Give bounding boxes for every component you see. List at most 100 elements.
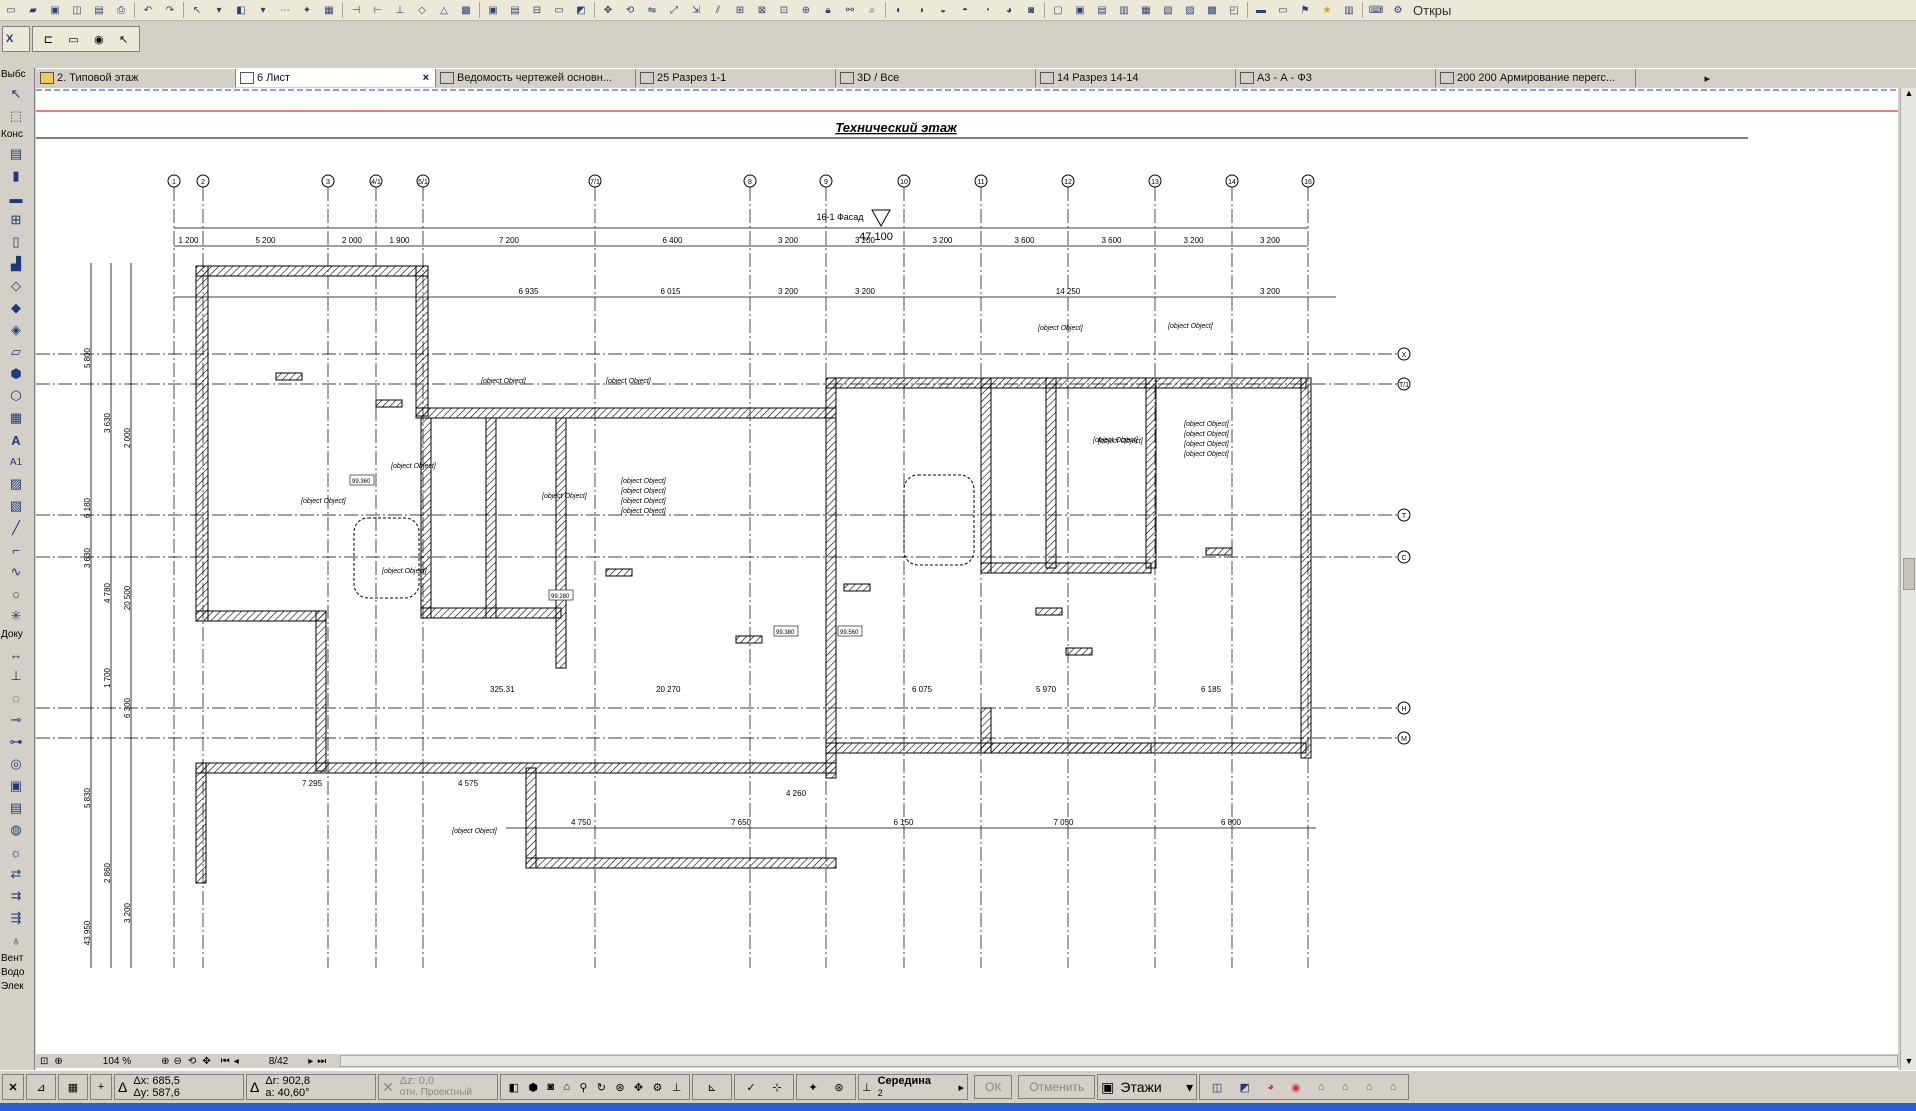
- window-2-icon[interactable]: ▣: [1070, 1, 1090, 19]
- structure-icon[interactable]: ⌂: [1342, 1081, 1349, 1093]
- tab-3d-all[interactable]: 3D / Все: [836, 69, 1036, 87]
- eye-icon[interactable]: ◉: [94, 33, 104, 46]
- radial-dim-icon[interactable]: ◌: [3, 688, 29, 708]
- open-label[interactable]: Откры: [1413, 3, 1451, 18]
- fit-icon[interactable]: ⊡: [40, 1056, 48, 1067]
- curtain-wall-icon[interactable]: ▦: [3, 408, 29, 428]
- wall-icon[interactable]: ⊏: [44, 33, 53, 46]
- dimension-icon[interactable]: ↔: [3, 644, 29, 664]
- slab-icon[interactable]: ◇: [3, 276, 29, 296]
- offset-icon[interactable]: ⊞: [730, 1, 750, 19]
- shell-icon[interactable]: ◈: [3, 320, 29, 340]
- teamwork-icon[interactable]: ◫: [67, 1, 87, 19]
- floors-selector[interactable]: ▣ Этажи ▾: [1097, 1074, 1198, 1100]
- zoom-out-icon[interactable]: ⊖: [174, 1056, 182, 1067]
- light-icon[interactable]: ☼: [3, 842, 29, 862]
- camera-icon[interactable]: ◙: [1021, 1, 1041, 19]
- rotate-view-icon[interactable]: ⟲: [188, 1056, 196, 1067]
- marquee-icon[interactable]: ⬚: [3, 106, 29, 126]
- door-icon[interactable]: ▯: [3, 232, 29, 252]
- mesh-tool-icon[interactable]: ▩: [456, 1, 476, 19]
- print-icon[interactable]: ⎙: [111, 1, 131, 19]
- compare-icon[interactable]: ◑: [911, 1, 931, 19]
- save-icon[interactable]: ▣: [45, 1, 65, 19]
- wall-tool-icon[interactable]: ⊣: [346, 1, 366, 19]
- lock-icon[interactable]: 🔒︎: [818, 1, 838, 19]
- dropdown-arrow-icon[interactable]: ▾: [253, 1, 273, 19]
- grid-snap-icon[interactable]: ⋯: [275, 1, 295, 19]
- save-as-icon[interactable]: ▤: [89, 1, 109, 19]
- roof-tool-icon[interactable]: △: [434, 1, 454, 19]
- chevron-right-icon[interactable]: ▸: [958, 1081, 964, 1094]
- reference-icon[interactable]: ◒: [933, 1, 953, 19]
- settings-icon[interactable]: ⚙: [652, 1081, 662, 1094]
- delta-ra-field[interactable]: Δ Δr: 902,8 a: 40,60°: [246, 1074, 376, 1100]
- renovation-icon[interactable]: ⌂: [1318, 1081, 1325, 1093]
- change-icon[interactable]: ◍: [3, 820, 29, 840]
- floor-plan-drawing[interactable]: Технический этаж 1 2 3 4/1 5/1 7/1 8 9 10 11 12 13 1…: [36, 88, 1898, 1070]
- detail-icon[interactable]: ◩: [571, 1, 591, 19]
- magic-wand-icon[interactable]: ✦: [808, 1081, 817, 1094]
- scroll-down-icon[interactable]: ▼: [1901, 1056, 1916, 1070]
- first-page-icon[interactable]: ⏮: [221, 1056, 230, 1067]
- circle-icon[interactable]: ○: [3, 584, 29, 604]
- window-7-icon[interactable]: ▨: [1180, 1, 1200, 19]
- tab-overflow[interactable]: ▸: [1636, 69, 1716, 87]
- ok-button[interactable]: ОК: [974, 1075, 1013, 1099]
- library-icon[interactable]: ▥: [1339, 1, 1359, 19]
- pointer-icon[interactable]: ↖: [119, 33, 128, 46]
- zoom-in-icon[interactable]: ⊕: [161, 1056, 169, 1067]
- element-info-box[interactable]: ⊏ ▭ ◉ ↖: [32, 26, 140, 52]
- stair-icon[interactable]: ▟: [3, 254, 29, 274]
- elevation-marker-icon[interactable]: ⊶: [3, 732, 29, 752]
- window-8-icon[interactable]: ▩: [1202, 1, 1222, 19]
- snap-grid-icon[interactable]: ⊹: [772, 1081, 781, 1094]
- door-icon[interactable]: ▭: [68, 33, 78, 46]
- snap-icon[interactable]: ✓: [746, 1081, 755, 1094]
- pan-icon[interactable]: ✥: [634, 1081, 643, 1094]
- zone-icon[interactable]: ⬡: [3, 386, 29, 406]
- layer-settings-icon[interactable]: ◓: [955, 1, 975, 19]
- link-icon[interactable]: ⚯: [840, 1, 860, 19]
- section-icon[interactable]: ⊟: [527, 1, 547, 19]
- gear-icon[interactable]: ⚙: [1388, 1, 1408, 19]
- label-icon[interactable]: A1: [3, 452, 29, 472]
- tab-a3-f3[interactable]: А3 - А - Ф3: [1236, 69, 1436, 87]
- beam-tool-icon[interactable]: ⊥: [390, 1, 410, 19]
- favorites-star-icon[interactable]: ★: [1317, 1, 1337, 19]
- pipe-icon[interactable]: ⇉: [3, 886, 29, 906]
- undo-icon[interactable]: ↶: [138, 1, 158, 19]
- align-icon[interactable]: ⊡: [774, 1, 794, 19]
- palette-icon[interactable]: ◕: [1267, 1081, 1274, 1093]
- scroll-thumb[interactable]: [1903, 558, 1915, 590]
- spline-icon[interactable]: ∿: [3, 562, 29, 582]
- window-4-icon[interactable]: ▥: [1114, 1, 1134, 19]
- vertical-scrollbar[interactable]: ▲ ▼: [1900, 88, 1916, 1070]
- camera-icon[interactable]: ◙: [547, 1081, 554, 1093]
- dx-value[interactable]: 685,5: [152, 1075, 180, 1087]
- tab-typical-floor[interactable]: 2. Типовой этаж: [36, 69, 236, 87]
- tab-reinforcement[interactable]: 200 200 Армирование перегс...: [1436, 69, 1636, 87]
- text-icon[interactable]: A: [3, 430, 29, 450]
- rotate-icon[interactable]: ⟲: [620, 1, 640, 19]
- detail-marker-icon[interactable]: ◎: [3, 754, 29, 774]
- orbit-icon[interactable]: ↻: [597, 1081, 606, 1094]
- home-icon[interactable]: ⌂: [563, 1081, 570, 1093]
- layout-icon[interactable]: ▤: [505, 1, 525, 19]
- view-icon[interactable]: ▣: [483, 1, 503, 19]
- tab-sheet-6[interactable]: 6 Лист ×: [236, 69, 436, 87]
- close-palette-icon[interactable]: ✕: [2, 1074, 24, 1100]
- pen-set-icon[interactable]: ◔: [977, 1, 997, 19]
- scale-icon[interactable]: ⌂: [1390, 1081, 1397, 1093]
- hatch-icon[interactable]: ▧: [3, 496, 29, 516]
- pan-icon[interactable]: ✥: [202, 1056, 210, 1067]
- stretch-icon[interactable]: ⤢: [664, 1, 684, 19]
- mesh-icon[interactable]: ▱: [3, 342, 29, 362]
- beam-icon[interactable]: ▬: [3, 188, 29, 208]
- roof-icon[interactable]: ◆: [3, 298, 29, 318]
- bulb-icon[interactable]: ♁: [3, 930, 29, 950]
- new-file-icon[interactable]: ▭: [1, 1, 21, 19]
- trace-icon[interactable]: ⊛: [834, 1081, 843, 1094]
- axis-icon[interactable]: ⊥: [672, 1081, 682, 1094]
- drawing-canvas[interactable]: Технический этаж 1 2 3 4/1 5/1 7/1 8 9 10 11 12 13 1…: [36, 88, 1898, 1070]
